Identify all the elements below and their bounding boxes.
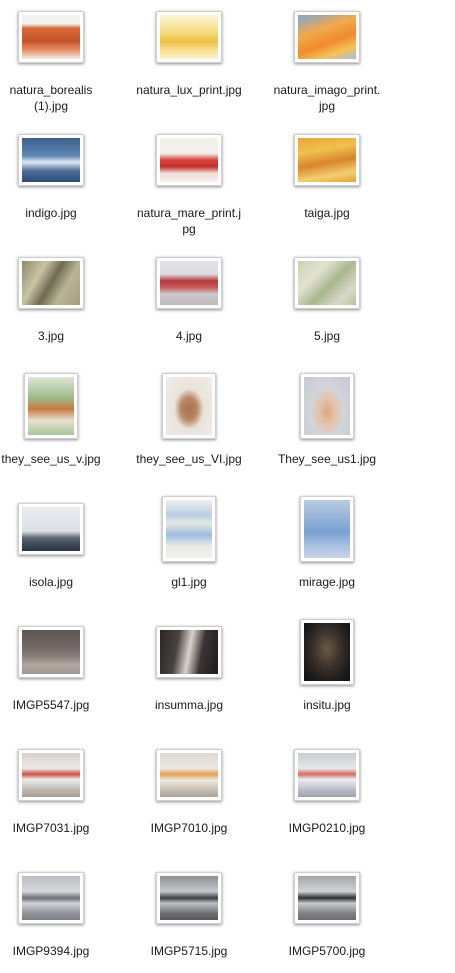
- image-thumbnail-icon: [300, 373, 354, 439]
- image-thumbnail-icon: [18, 503, 84, 555]
- file-name-label: taiga.jpg: [304, 206, 350, 220]
- file-name-label: natura_mare_print.j pg: [136, 206, 242, 236]
- file-item-imgp0210[interactable]: IMGP0210.jpg: [262, 740, 392, 850]
- image-thumbnail-icon: [300, 619, 354, 685]
- file-name-label: 4.jpg: [175, 329, 203, 343]
- image-thumbnail-icon: [18, 749, 84, 801]
- file-name-label: natura_imago_print. jpg: [273, 83, 381, 113]
- image-thumbnail-icon: [156, 626, 222, 678]
- file-item-taiga[interactable]: taiga.jpg: [262, 125, 392, 235]
- file-item-natura-lux-print[interactable]: natura_lux_print.jpg: [124, 2, 254, 112]
- file-item-imgp5715[interactable]: IMGP5715.jpg: [124, 863, 254, 973]
- file-name-label: indigo.jpg: [25, 206, 77, 220]
- file-item-imgp9394[interactable]: IMGP9394.jpg: [0, 863, 116, 973]
- file-name-label: They_see_us1.jpg: [277, 452, 377, 466]
- file-item-they-see-us-vi[interactable]: they_see_us_VI.jpg: [124, 371, 254, 481]
- file-item-natura-imago-print[interactable]: natura_imago_print. jpg: [262, 2, 392, 113]
- image-thumbnail-icon: [294, 11, 360, 63]
- file-name-label: IMGP5547.jpg: [12, 698, 90, 712]
- file-item-imgp7031[interactable]: IMGP7031.jpg: [0, 740, 116, 850]
- image-thumbnail-icon: [294, 872, 360, 924]
- file-name-label: insumma.jpg: [154, 698, 224, 712]
- file-name-label: insitu.jpg: [303, 698, 351, 712]
- image-thumbnail-icon: [294, 134, 360, 186]
- file-name-label: IMGP7031.jpg: [12, 821, 90, 835]
- image-thumbnail-icon: [18, 134, 84, 186]
- file-item-5[interactable]: 5.jpg: [262, 248, 392, 358]
- file-item-indigo[interactable]: indigo.jpg: [0, 125, 116, 235]
- file-item-insumma[interactable]: insumma.jpg: [124, 617, 254, 727]
- file-item-they-see-us-v[interactable]: they_see_us_v.jpg: [0, 371, 116, 481]
- file-name-label: they_see_us_VI.jpg: [136, 452, 242, 466]
- file-name-label: they_see_us_v.jpg: [1, 452, 101, 466]
- file-item-gl1[interactable]: gl1.jpg: [124, 494, 254, 604]
- file-name-label: natura_borealis (1).jpg: [9, 83, 93, 113]
- file-item-they-see-us1[interactable]: They_see_us1.jpg: [262, 371, 392, 481]
- file-name-label: IMGP0210.jpg: [288, 821, 366, 835]
- image-thumbnail-icon: [18, 872, 84, 924]
- file-name-label: 3.jpg: [37, 329, 65, 343]
- file-name-label: IMGP5715.jpg: [150, 944, 228, 958]
- image-thumbnail-icon: [18, 257, 84, 309]
- file-name-label: isola.jpg: [28, 575, 74, 589]
- file-item-imgp7010[interactable]: IMGP7010.jpg: [124, 740, 254, 850]
- image-thumbnail-icon: [24, 373, 78, 439]
- image-thumbnail-icon: [156, 872, 222, 924]
- file-name-label: mirage.jpg: [298, 575, 356, 589]
- image-thumbnail-icon: [18, 11, 84, 63]
- file-item-mirage[interactable]: mirage.jpg: [262, 494, 392, 604]
- file-name-label: gl1.jpg: [171, 575, 207, 589]
- file-item-isola[interactable]: isola.jpg: [0, 494, 116, 604]
- image-thumbnail-icon: [156, 749, 222, 801]
- file-item-insitu[interactable]: insitu.jpg: [262, 617, 392, 727]
- image-thumbnail-icon: [156, 11, 222, 63]
- image-thumbnail-icon: [294, 257, 360, 309]
- file-item-imgp5700[interactable]: IMGP5700.jpg: [262, 863, 392, 973]
- image-thumbnail-icon: [162, 496, 216, 562]
- image-thumbnail-icon: [162, 373, 216, 439]
- image-thumbnail-icon: [156, 134, 222, 186]
- image-thumbnail-icon: [294, 749, 360, 801]
- file-name-label: IMGP7010.jpg: [150, 821, 228, 835]
- file-item-natura-mare-print[interactable]: natura_mare_print.j pg: [124, 125, 254, 236]
- image-thumbnail-icon: [18, 626, 84, 678]
- file-icon-grid: natura_borealis (1).jpg natura_lux_print…: [0, 0, 455, 963]
- image-thumbnail-icon: [300, 496, 354, 562]
- file-item-3[interactable]: 3.jpg: [0, 248, 116, 358]
- file-item-imgp5547[interactable]: IMGP5547.jpg: [0, 617, 116, 727]
- file-item-4[interactable]: 4.jpg: [124, 248, 254, 358]
- file-item-natura-borealis[interactable]: natura_borealis (1).jpg: [0, 2, 116, 113]
- file-name-label: 5.jpg: [313, 329, 341, 343]
- image-thumbnail-icon: [156, 257, 222, 309]
- file-name-label: IMGP5700.jpg: [288, 944, 366, 958]
- file-name-label: natura_lux_print.jpg: [136, 83, 242, 97]
- file-name-label: IMGP9394.jpg: [12, 944, 90, 958]
